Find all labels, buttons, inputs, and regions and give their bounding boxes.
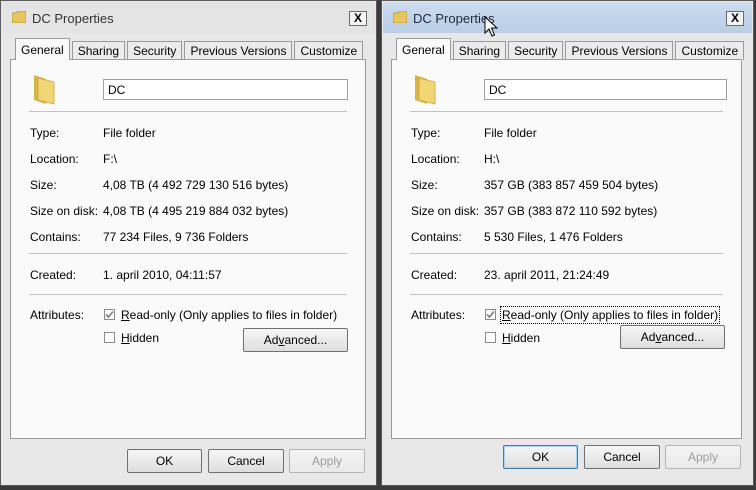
type-value: File folder bbox=[484, 126, 537, 140]
ok-button[interactable]: OK bbox=[127, 449, 202, 473]
folder-icon bbox=[12, 11, 26, 23]
ok-button[interactable]: OK bbox=[503, 445, 578, 469]
separator bbox=[410, 253, 723, 254]
folder-icon bbox=[34, 75, 55, 105]
mnemonic-r: R bbox=[121, 308, 130, 322]
size-on-disk-label: Size on disk: bbox=[411, 204, 480, 218]
readonly-label[interactable]: Read-only (Only applies to files in fold… bbox=[121, 308, 337, 322]
type-label: Type: bbox=[30, 126, 60, 140]
tab-general[interactable]: General bbox=[15, 38, 70, 60]
attributes-label: Attributes: bbox=[411, 308, 466, 322]
advanced-text-a: Ad bbox=[640, 330, 656, 344]
readonly-label[interactable]: Read-only (Only applies to files in fold… bbox=[499, 306, 721, 324]
type-label: Type: bbox=[411, 126, 441, 140]
close-button[interactable]: X bbox=[349, 11, 367, 26]
size-label: Size: bbox=[30, 178, 57, 192]
created-value: 23. april 2011, 21:24:49 bbox=[484, 268, 610, 282]
tab-customize[interactable]: Customize bbox=[675, 41, 745, 60]
cancel-button[interactable]: Cancel bbox=[584, 445, 660, 469]
apply-button[interactable]: Apply bbox=[665, 445, 741, 469]
size-on-disk-value: 357 GB (383 872 110 592 bytes) bbox=[484, 204, 658, 218]
folder-icon bbox=[393, 11, 407, 23]
tab-security[interactable]: Security bbox=[127, 41, 183, 60]
size-on-disk-value: 4,08 TB (4 495 219 884 032 bytes) bbox=[103, 204, 289, 218]
location-label: Location: bbox=[30, 152, 79, 166]
hidden-text: idden bbox=[510, 331, 541, 345]
checkmark-icon bbox=[105, 310, 114, 319]
readonly-checkbox[interactable] bbox=[485, 309, 496, 320]
created-label: Created: bbox=[30, 268, 77, 282]
folder-icon bbox=[415, 75, 436, 105]
size-value: 4,08 TB (4 492 729 130 516 bytes) bbox=[103, 178, 289, 192]
window-title: DC Properties bbox=[32, 11, 114, 26]
hidden-label[interactable]: Hidden bbox=[502, 331, 540, 345]
tab-sharing[interactable]: Sharing bbox=[71, 41, 126, 60]
size-label: Size: bbox=[411, 178, 438, 192]
tab-previous-versions[interactable]: Previous Versions bbox=[184, 41, 293, 60]
readonly-text: ead-only (Only applies to files in folde… bbox=[129, 308, 338, 322]
folder-name-input[interactable] bbox=[103, 79, 348, 100]
hidden-checkbox[interactable] bbox=[485, 332, 496, 343]
close-icon: X bbox=[353, 11, 362, 25]
contains-label: Contains: bbox=[30, 230, 81, 244]
close-icon: X bbox=[730, 11, 739, 25]
properties-dialog-left: DC Properties X General Sharing Security… bbox=[0, 0, 377, 486]
general-panel: Type: File folder Location: F:\ Size: 4,… bbox=[10, 59, 366, 439]
tab-previous-versions[interactable]: Previous Versions bbox=[565, 41, 674, 60]
mouse-cursor-icon bbox=[484, 16, 498, 37]
hidden-label[interactable]: Hidden bbox=[121, 331, 159, 345]
type-value: File folder bbox=[103, 126, 156, 140]
separator bbox=[29, 253, 347, 254]
tab-customize[interactable]: Customize bbox=[294, 41, 364, 60]
title-bar[interactable]: DC Properties X bbox=[2, 2, 375, 33]
attributes-label: Attributes: bbox=[30, 308, 85, 322]
location-value: F:\ bbox=[103, 152, 117, 166]
advanced-text-b: anced... bbox=[284, 333, 328, 347]
readonly-checkbox[interactable] bbox=[104, 309, 115, 320]
readonly-text: ead-only (Only applies to files in folde… bbox=[510, 308, 719, 322]
apply-button[interactable]: Apply bbox=[289, 449, 365, 473]
tab-strip: General Sharing Security Previous Versio… bbox=[396, 38, 746, 60]
title-bar[interactable]: DC Properties X bbox=[383, 2, 752, 33]
contains-value: 77 234 Files, 9 736 Folders bbox=[103, 230, 249, 244]
created-value: 1. april 2010, 04:11:57 bbox=[103, 268, 222, 282]
separator bbox=[410, 294, 723, 295]
tab-general[interactable]: General bbox=[396, 38, 451, 60]
advanced-button[interactable]: Advanced... bbox=[243, 328, 348, 352]
cancel-button[interactable]: Cancel bbox=[208, 449, 284, 473]
size-on-disk-label: Size on disk: bbox=[30, 204, 99, 218]
separator bbox=[29, 294, 347, 295]
tab-security[interactable]: Security bbox=[508, 41, 564, 60]
advanced-text-a: Ad bbox=[263, 333, 279, 347]
mnemonic-h: H bbox=[502, 331, 511, 345]
hidden-checkbox[interactable] bbox=[104, 332, 115, 343]
contains-label: Contains: bbox=[411, 230, 462, 244]
checkmark-icon bbox=[486, 310, 495, 319]
tab-sharing[interactable]: Sharing bbox=[452, 41, 507, 60]
properties-dialog-right: DC Properties X General Sharing Security… bbox=[381, 0, 754, 486]
contains-value: 5 530 Files, 1 476 Folders bbox=[484, 230, 623, 244]
size-value: 357 GB (383 857 459 504 bytes) bbox=[484, 178, 659, 192]
mnemonic-r: R bbox=[502, 308, 511, 322]
hidden-text: idden bbox=[129, 331, 160, 345]
mnemonic-h: H bbox=[121, 331, 130, 345]
advanced-button[interactable]: Advanced... bbox=[620, 325, 725, 349]
separator bbox=[410, 111, 723, 112]
separator bbox=[29, 111, 347, 112]
location-label: Location: bbox=[411, 152, 460, 166]
tab-strip: General Sharing Security Previous Versio… bbox=[15, 38, 365, 60]
created-label: Created: bbox=[411, 268, 458, 282]
location-value: H:\ bbox=[484, 152, 500, 166]
folder-name-input[interactable] bbox=[484, 79, 727, 100]
general-panel: Type: File folder Location: H:\ Size: 35… bbox=[391, 59, 742, 439]
advanced-text-b: anced... bbox=[661, 330, 705, 344]
window-title: DC Properties bbox=[413, 11, 495, 26]
close-button[interactable]: X bbox=[726, 11, 744, 26]
